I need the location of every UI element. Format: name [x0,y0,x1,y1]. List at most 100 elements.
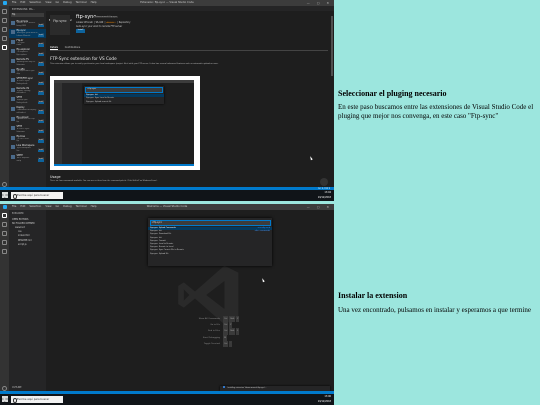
info-icon [223,386,225,388]
install-button[interactable]: Install [76,29,85,33]
install-button[interactable]: Install [38,63,44,66]
extension-icon [11,58,15,63]
install-button[interactable]: Install [38,140,44,143]
taskbar-pinned-apps [68,193,115,201]
command-palette-list: Ftp-sync: Upload Commands recently used Ft… [148,227,272,256]
command-label: Ftp-sync: Init [150,236,162,239]
command-label: Ftp-sync: Remote to Local [150,246,174,249]
system-tray-clock[interactable]: 13:06 19/12/2018 [318,395,331,404]
install-button[interactable]: Install [38,34,44,37]
extension-list-item[interactable]: ftp-tree FTP tree view ftp Install [9,134,46,144]
shortcut-key: ` [229,340,233,348]
clock-date: 19/12/2018 [317,399,331,403]
taskbar-search-input[interactable]: Escribe aquí para buscar [11,192,63,199]
extension-list-item[interactable]: ftp-sync Auto-sync your work to Lukasz Wro… [9,28,46,39]
extension-icon [11,145,15,150]
extension-publisher: ftp-explorer [16,54,28,57]
extensions-icon[interactable] [2,249,7,254]
debug-icon[interactable] [2,36,7,41]
clock-date: 19/12/2018 [317,195,331,199]
outline-section[interactable]: OUTLINE [12,386,22,389]
install-button[interactable]: Install [38,44,44,47]
extension-list-item[interactable]: Remote FS Working with any file liximomo In… [9,57,46,67]
scrollbar[interactable] [331,16,333,76]
tab-contributions[interactable]: Contributions [65,46,80,49]
install-button[interactable]: Install [38,25,44,28]
extension-search-input[interactable]: ftp [11,13,44,17]
rating-stars: ★★★★☆ [106,21,116,24]
taskbar-search-input[interactable]: Escribe aquí para buscar [11,396,63,403]
shortcut-row: Toggle Terminal Ctrl ` [156,340,266,348]
extension-icon [11,135,15,140]
extension-list-item[interactable]: Live Workspace Sync workspace live Install [9,144,46,154]
extension-list: ftp-simple Remote FTP Connect humy2833 Inst… [9,19,46,163]
notification-bell-icon[interactable] [320,178,328,186]
explorer-icon[interactable] [2,9,7,14]
explorer-item[interactable]: script.js [9,242,46,246]
extension-list-item[interactable]: ftp-simple Remote FTP Connect humy2833 Inst… [9,19,46,29]
command-label: Ftp-sync: Upload Commands [150,227,176,229]
extension-icon [11,97,15,102]
install-button[interactable]: Install [38,149,44,153]
extension-list-item[interactable]: SFTP/FTP sync SFTP/FTP sync Natizyskunk Ins… [9,77,46,87]
extension-publisher: ruakr [16,44,22,47]
install-button[interactable]: Install [38,159,44,162]
command-palette-input[interactable]: >ftp-sync [149,219,271,226]
extension-description: SFTP/FTP sync [16,79,30,82]
extension-publisher: sftp [16,73,20,76]
install-button[interactable]: Install [38,82,44,85]
extension-list-item[interactable]: Deploy Commands for deploy mkloubert Instal… [9,105,46,115]
extension-publisher: humy2833 [16,25,27,28]
extension-meta: Lukasz Wronski | 96,449 | ★★★★☆ | Reposi… [76,21,131,24]
extensions-icon[interactable] [2,45,7,50]
screenshot-extension-search: File Edit Selection View Go Debug Terminal Help… [0,0,334,201]
extension-list-item[interactable]: Ftp-kr FTP Sync ruakr Install [9,38,46,48]
explorer-icon[interactable] [2,213,7,218]
extension-list-item[interactable]: SFTP sftp/ftp sync Natizyskunk Install [9,96,46,106]
windows-start-icon[interactable] [2,396,8,402]
extension-list-item[interactable]: ftp-explorer FTP Explorer ftp-explorer Inst… [9,48,46,58]
extension-publisher: ftp [16,140,19,143]
extension-installs: 96,449 [95,21,104,24]
readme-sidebar [62,83,82,166]
debug-icon[interactable] [2,240,7,245]
extension-icon [11,116,15,121]
command-palette-item[interactable]: Ftp-sync: Upload File [148,253,272,256]
readme-status-bar [54,163,194,166]
extension-list-item[interactable]: Remote VS Remote editing mkloubert Install [9,86,46,96]
extension-description: Remote FTP Connect [16,22,36,25]
install-button[interactable]: Install [38,130,44,133]
detail-subtabs: Details Contributions [50,46,86,50]
extension-publisher[interactable]: Lukasz Wronski [76,21,93,24]
search-icon[interactable] [2,18,7,23]
install-button[interactable]: Install [38,72,44,76]
extension-list-item[interactable]: ftp-upload Upload files over ftp ftp Instal… [9,115,46,125]
repository-link[interactable]: Repository [119,21,131,24]
activity-bar [0,210,9,394]
extension-description: Auto-sync your work to [16,31,38,34]
extension-icon [11,30,15,35]
install-button[interactable]: Install [38,53,44,57]
command-label: Ftp-sync: Commit [150,239,166,242]
editor-tab-bar: Extension: ftp-sync [46,6,334,23]
taskbar-search-placeholder: Escribe aquí para buscar [17,194,50,197]
editor-welcome-area: >ftp-sync Ftp-sync: Upload Commands recen… [46,210,334,391]
extension-list-item[interactable]: SFTP SFTP/FTP sync liximomo Install [9,125,46,135]
install-button[interactable]: Install [38,92,44,95]
extension-list-item[interactable]: SMTP SMTP Explorer smtp Install [9,153,46,163]
shortcut-key: Ctrl [223,340,229,348]
install-button[interactable]: Install [38,101,44,105]
windows-start-icon[interactable] [2,192,8,198]
install-button[interactable]: Install [38,120,44,124]
system-tray-clock[interactable]: 13:04 19/12/2018 [318,191,331,200]
welcome-shortcuts: Show All Commands Ctrl Shift P Go to File Ctr… [156,316,266,348]
windows-taskbar: Escribe aquí para buscar 13:06 19/12/201… [0,394,334,405]
sidebar-header: EXTENSIONS: MA... [12,8,35,11]
source-control-icon[interactable] [2,27,7,32]
search-icon[interactable] [2,222,7,227]
install-button[interactable]: Install [38,111,44,114]
extension-list-item[interactable]: ftp-sftp ftp sftp remote sync sftp Install [9,67,46,77]
source-control-icon[interactable] [2,231,7,236]
extension-icon [11,126,15,131]
search-icon [12,194,17,199]
